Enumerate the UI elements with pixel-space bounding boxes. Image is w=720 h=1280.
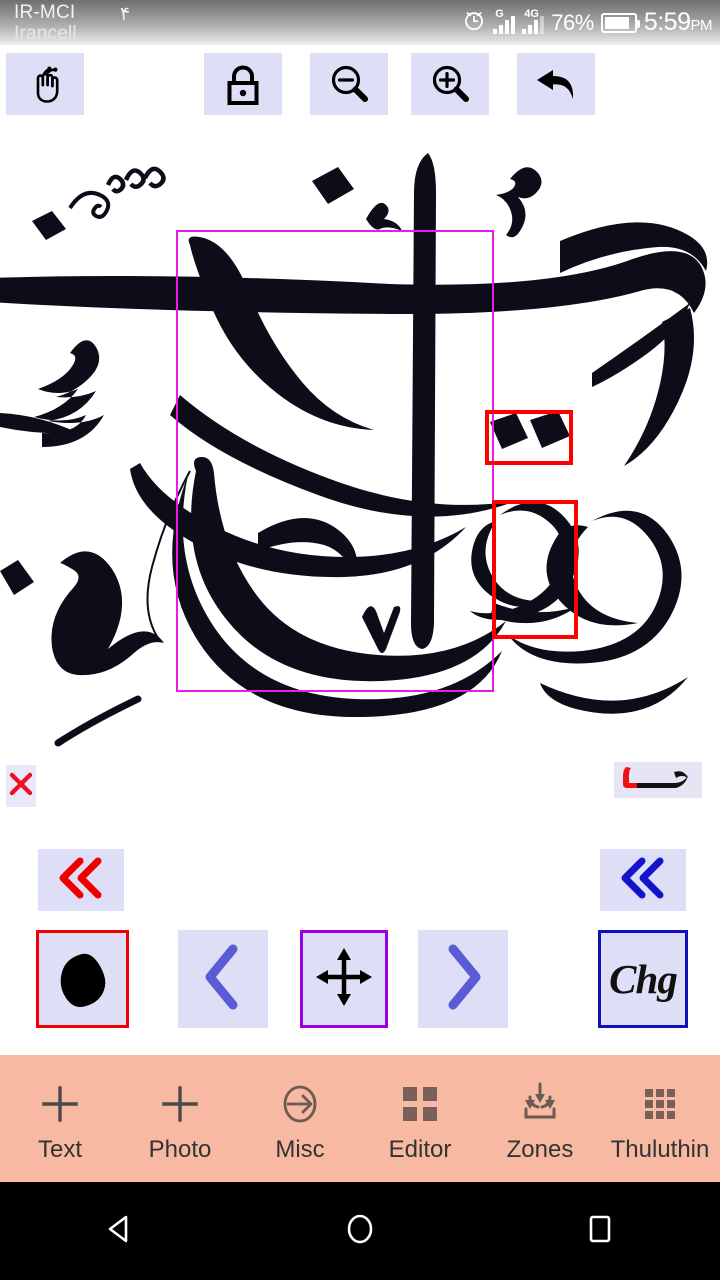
dot-shape-button[interactable] (36, 930, 129, 1028)
previous-button[interactable] (178, 930, 268, 1028)
nav-item-thuluthin[interactable]: Thuluthin (600, 1055, 720, 1182)
nav-label-photo: Photo (148, 1136, 212, 1163)
plus-icon (36, 1080, 84, 1128)
android-nav-bar (0, 1182, 720, 1280)
battery-percent-label: 76% (551, 9, 594, 35)
four-squares-icon (396, 1080, 444, 1128)
arrow-into-circle-icon (276, 1080, 324, 1128)
plus-icon (156, 1080, 204, 1128)
pan-hand-button[interactable] (6, 53, 84, 115)
clock-label: 5:59PM (643, 8, 713, 36)
nav-item-misc[interactable]: Misc (240, 1055, 360, 1182)
home-circle-icon (340, 1209, 380, 1254)
lock-icon (221, 61, 265, 107)
zoom-out-button[interactable] (310, 53, 388, 115)
bottom-nav: Text Photo Misc Editor Zones Thuluthin (0, 1055, 720, 1182)
recents-button[interactable] (572, 1203, 628, 1259)
back-triangle-icon (100, 1209, 140, 1254)
double-chevron-row (0, 845, 720, 917)
four-way-arrows-icon (313, 944, 375, 1015)
status-icons: G 4G 76% 5:59PM (462, 0, 712, 45)
next-button[interactable] (418, 930, 508, 1028)
calligraphy-artwork (0, 153, 708, 747)
calligraphy-canvas[interactable] (0, 123, 720, 750)
signal-label-4g: 4G (524, 7, 539, 20)
move-button[interactable] (300, 930, 388, 1028)
magnifier-minus-icon (326, 61, 372, 107)
clock-ampm: PM (690, 17, 713, 34)
nav-label-text: Text (37, 1136, 82, 1163)
app-root: IR-MCI Irancell ۴ G 4G 76% 5:59PM Chg Te… (0, 0, 720, 1280)
signal-label-g: G (495, 7, 504, 20)
arrows-down-to-line-icon (516, 1080, 564, 1128)
glyph-row (0, 750, 720, 838)
carrier-label: IR-MCI Irancell (14, 2, 77, 44)
clear-button[interactable] (6, 765, 36, 807)
hand-grab-icon (22, 61, 68, 107)
signal-bars-4g-icon: 4G (522, 7, 545, 34)
control-row: Chg (0, 925, 720, 1035)
nine-dot-grid-icon (636, 1080, 684, 1128)
back-button[interactable] (92, 1203, 148, 1259)
nav-label-thuluthin: Thuluthin (610, 1136, 710, 1163)
nav-label-misc: Misc (275, 1136, 325, 1163)
top-toolbar (0, 45, 720, 123)
chevron-right-icon (437, 943, 489, 1016)
recents-square-icon (580, 1209, 620, 1254)
jump-forward-button[interactable] (600, 849, 686, 911)
chevron-left-icon (197, 943, 249, 1016)
undo-arrow-icon (531, 61, 581, 107)
lock-button[interactable] (204, 53, 282, 115)
red-x-icon (8, 771, 34, 802)
nav-label-editor: Editor (388, 1136, 452, 1163)
double-chevron-left-icon (618, 855, 668, 906)
home-button[interactable] (332, 1203, 388, 1259)
carrier-line2: Irancell (14, 23, 77, 44)
magnifier-plus-icon (427, 61, 473, 107)
double-chevron-left-icon (56, 855, 106, 906)
jump-backward-button[interactable] (38, 849, 124, 911)
battery-icon (600, 12, 640, 33)
nav-item-zones[interactable]: Zones (480, 1055, 600, 1182)
glyph-preview[interactable] (614, 762, 702, 798)
diamond-dot-icon (52, 946, 114, 1013)
arabic-glyph-icon (618, 763, 698, 798)
alarm-clock-icon (462, 8, 486, 37)
nav-item-photo[interactable]: Photo (120, 1055, 240, 1182)
undo-button[interactable] (517, 53, 595, 115)
status-bar: IR-MCI Irancell ۴ G 4G 76% 5:59PM (0, 0, 720, 45)
carrier-number: ۴ (120, 4, 131, 25)
zoom-in-button[interactable] (411, 53, 489, 115)
change-button[interactable]: Chg (598, 930, 688, 1028)
carrier-line1: IR-MCI (14, 2, 76, 23)
nav-item-editor[interactable]: Editor (360, 1055, 480, 1182)
nav-label-zones: Zones (506, 1136, 574, 1163)
signal-bars-2g-icon: G (493, 7, 516, 34)
nav-item-text[interactable]: Text (0, 1055, 120, 1182)
change-button-label: Chg (609, 956, 678, 1002)
